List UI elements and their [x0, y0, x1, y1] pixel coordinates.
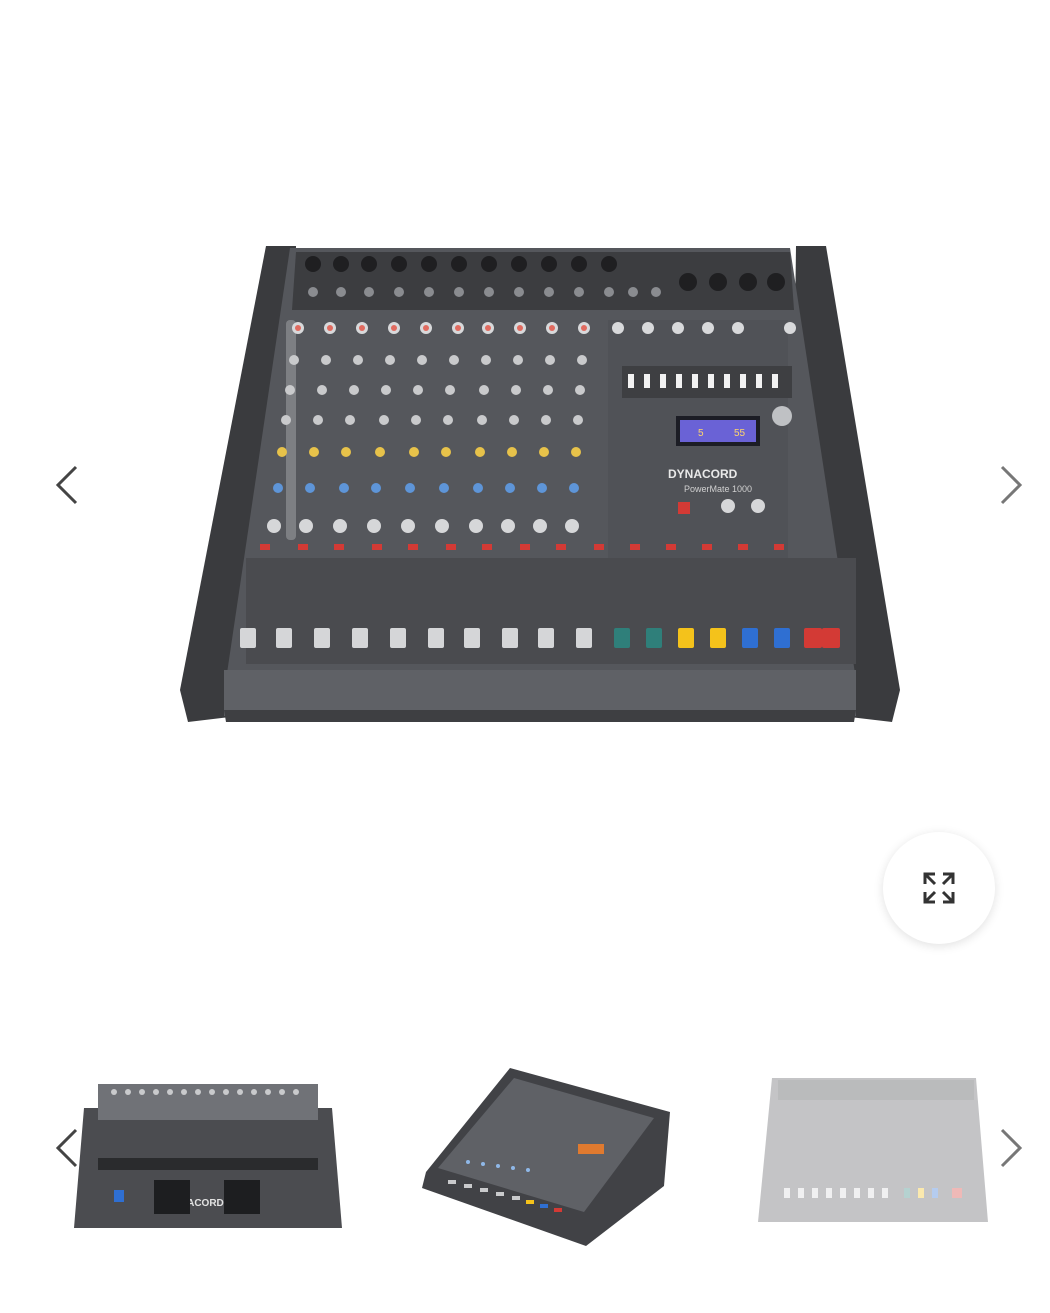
thumbnail-next-button[interactable]: [988, 1118, 1034, 1178]
gallery-next-button[interactable]: [988, 455, 1034, 515]
thumbnail-image-rear: DYNACORD: [74, 1084, 342, 1228]
thumbnail-image-angled: [422, 1068, 670, 1246]
product-gallery: 5 55 DYNACORD PowerMate 1000: [0, 0, 1050, 1000]
chevron-right-icon: [1000, 465, 1023, 505]
thumbnail-rear-view[interactable]: DYNACORD: [74, 1078, 342, 1233]
expand-icon: [923, 872, 955, 904]
gallery-prev-button[interactable]: [44, 455, 90, 515]
svg-text:PowerMate 1000: PowerMate 1000: [684, 484, 752, 494]
expand-image-button[interactable]: [883, 832, 995, 944]
svg-text:5: 5: [698, 428, 704, 439]
thumbnail-angled-view[interactable]: [408, 1052, 672, 1248]
thumbnail-image-top: [758, 1078, 988, 1222]
thumbnail-strip: DYNACORD: [0, 1040, 1050, 1260]
thumbnail-prev-button[interactable]: [44, 1118, 90, 1178]
mixer-illustration: 5 55 DYNACORD PowerMate 1000: [180, 246, 900, 722]
svg-text:DYNACORD: DYNACORD: [668, 467, 738, 481]
svg-text:55: 55: [734, 428, 746, 439]
chevron-right-icon: [1000, 1128, 1023, 1168]
chevron-left-icon: [55, 465, 78, 505]
main-product-image[interactable]: 5 55 DYNACORD PowerMate 1000: [178, 240, 902, 728]
chevron-left-icon: [55, 1128, 78, 1168]
thumbnail-top-view[interactable]: [752, 1070, 992, 1230]
